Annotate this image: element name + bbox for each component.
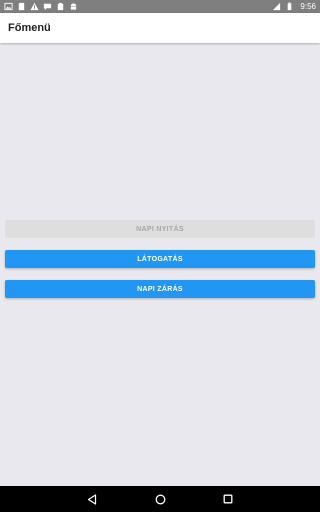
warning-icon [30, 2, 39, 11]
system-status-icons: 9:56 [272, 0, 316, 13]
daily-closing-button[interactable]: NAPI ZÁRÁS [5, 280, 315, 298]
home-icon [155, 494, 165, 504]
recents-icon [223, 494, 233, 504]
back-button[interactable] [72, 486, 112, 512]
navigation-bar [0, 486, 320, 512]
chat-icon [43, 2, 52, 11]
status-bar: 9:56 [0, 0, 320, 13]
app-bar: Főmenü [0, 13, 320, 43]
sd-card-icon [17, 2, 26, 11]
clipboard-icon [56, 2, 65, 11]
clock-time: 9:56 [300, 2, 316, 11]
notification-icons [4, 0, 78, 13]
daily-opening-button[interactable]: NAPI NYITÁS [5, 220, 315, 238]
visit-button[interactable]: LÁTOGATÁS [5, 250, 315, 268]
back-icon [87, 493, 97, 505]
gallery-icon [4, 2, 13, 11]
recents-button[interactable] [208, 486, 248, 512]
battery-icon [285, 2, 294, 11]
network-signal-icon [272, 2, 281, 11]
page-title: Főmenü [8, 22, 51, 34]
home-button[interactable] [140, 486, 180, 512]
android-icon [69, 2, 78, 11]
